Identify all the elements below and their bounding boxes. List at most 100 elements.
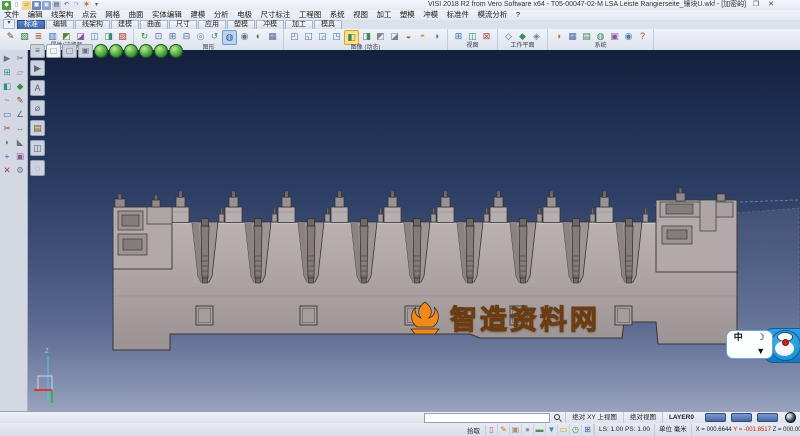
light-icon[interactable]: ◓ (416, 30, 429, 43)
workplane-align-icon[interactable]: ◆ (516, 30, 529, 43)
tab-application[interactable]: 应用 (198, 20, 226, 29)
tab-die[interactable]: 冲模 (256, 20, 284, 29)
erase-icon[interactable]: ▱ (14, 66, 26, 78)
right-view-icon[interactable]: ◳ (330, 30, 343, 43)
menu-item-edit[interactable]: 编辑 (23, 10, 46, 20)
select-window-icon[interactable]: ◫ (88, 30, 101, 43)
dynamic-rotate-icon[interactable]: ◐ (252, 30, 265, 43)
status-button-2[interactable] (731, 413, 752, 422)
mirror-tool-icon[interactable]: ◫ (30, 140, 45, 156)
rotate-view-ball-icon[interactable] (169, 44, 183, 58)
new-view-icon[interactable]: ⊞ (452, 30, 465, 43)
menu-item-die[interactable]: 冲模 (419, 10, 442, 20)
toolbar-grip-icon[interactable]: ≡ (30, 44, 45, 58)
background-icon[interactable]: ◑ (430, 30, 443, 43)
hidden-line-display-icon[interactable]: ▣ (78, 44, 93, 58)
shirt-status-icon[interactable]: ▼ (546, 424, 558, 435)
minimize-button[interactable]: — (737, 0, 744, 10)
ribbon-collapse-button[interactable]: ▾ (3, 19, 15, 29)
grid-status-icon[interactable]: ⊞ (582, 424, 594, 435)
zoom-out-icon[interactable]: ⊟ (180, 30, 193, 43)
sketch-tool-icon[interactable]: ✎ (14, 94, 26, 106)
delete-icon[interactable]: ✕ (1, 164, 13, 176)
save-all-icon[interactable]: ▣ (42, 1, 51, 10)
maximize-button[interactable]: ❐ (753, 0, 759, 10)
clock-status-icon[interactable]: ◷ (570, 424, 582, 435)
tab-surface[interactable]: 曲面 (140, 20, 168, 29)
back-view-ball-icon[interactable] (154, 44, 168, 58)
menu-item-view[interactable]: 视图 (349, 10, 372, 20)
ime-keyboard-icon[interactable]: ▼ (756, 347, 765, 356)
redo-icon[interactable]: ↷ (72, 1, 81, 10)
measure-icon[interactable]: ▭ (1, 108, 13, 120)
pan-icon[interactable]: ◎ (194, 30, 207, 43)
split-view-icon[interactable]: ◫ (466, 30, 479, 43)
menu-item-help[interactable]: ? (512, 10, 525, 20)
diameter-tool-icon[interactable]: ⌀ (30, 100, 45, 116)
save-icon[interactable]: ▣ (32, 1, 41, 10)
model-left-block[interactable] (113, 194, 172, 269)
workplane-indicator[interactable]: 绝对 XY 上视图 (565, 412, 623, 423)
menu-item-electrode[interactable]: 电极 (233, 10, 256, 20)
system-settings-icon[interactable]: ◑ (552, 30, 565, 43)
options-icon[interactable]: ⚙ (14, 164, 26, 176)
top-view-icon[interactable]: ◱ (302, 30, 315, 43)
menu-item-moldflow[interactable]: 模流分析 (473, 10, 511, 20)
mask-filter-icon[interactable]: ◪ (74, 30, 87, 43)
layer-indicator[interactable]: LAYER0 (662, 412, 700, 423)
command-input[interactable] (424, 413, 550, 423)
front-view-ball-icon[interactable] (124, 44, 138, 58)
workplane-reset-icon[interactable]: ◈ (530, 30, 543, 43)
extend-icon[interactable]: ↔ (14, 122, 26, 134)
tab-mold[interactable]: 塑模 (227, 20, 255, 29)
system-help-icon[interactable]: ? (636, 30, 649, 43)
shade-on-icon[interactable]: ◧ (344, 30, 359, 45)
color-swatch-icon[interactable]: ▧ (18, 30, 31, 43)
wireframe-display-icon[interactable]: ▢ (62, 44, 77, 58)
new-file-icon[interactable]: ▯ (12, 1, 21, 10)
solid-tool-icon[interactable]: ◆ (14, 80, 26, 92)
units-indicator[interactable]: 单位 毫米 (654, 424, 691, 436)
stamp-status-icon[interactable]: ▣ (510, 424, 522, 435)
active-layer-tool-icon[interactable]: ▤ (30, 120, 45, 136)
zoom-window-icon[interactable]: ⊞ (166, 30, 179, 43)
render-mode-sphere-icon[interactable] (785, 412, 796, 423)
viewport-3d[interactable]: Z 智造资料网 中 ☽ ▼ (28, 50, 800, 411)
macro-icon[interactable]: ▣ (608, 30, 621, 43)
ime-toolbar[interactable]: 中 ☽ ▼ (726, 327, 800, 367)
shaded-mode-icon[interactable]: ◍ (222, 30, 237, 45)
tab-dimension[interactable]: 尺寸 (169, 20, 197, 29)
chamfer-icon[interactable]: ◣ (14, 136, 26, 148)
iso-view-ball-icon[interactable] (94, 44, 108, 58)
print-icon[interactable]: ▤ (52, 1, 61, 10)
undo-icon[interactable]: ↶ (62, 1, 71, 10)
model-3d-canvas[interactable]: Z (28, 50, 800, 411)
quick-access-dropdown-icon[interactable]: ▾ (92, 1, 101, 10)
curve-tool-icon[interactable]: ~ (1, 94, 13, 106)
menu-item-dimension[interactable]: 尺寸标注 (256, 10, 294, 20)
visi-logo-icon[interactable]: ◆ (2, 1, 11, 10)
calculator-icon[interactable]: ▦ (566, 30, 579, 43)
rotate-icon[interactable]: ↺ (208, 30, 221, 43)
trim-icon[interactable]: ✂ (1, 122, 13, 134)
model-right-block[interactable] (656, 188, 737, 272)
section-view-icon[interactable]: ◒ (402, 30, 415, 43)
line-type-icon[interactable]: ≣ (32, 30, 45, 43)
shade-edges-icon[interactable]: ◨ (360, 30, 373, 43)
shaded-display-icon[interactable]: ▢ (46, 44, 61, 58)
tab-machining[interactable]: 加工 (285, 20, 313, 29)
cart-status-icon[interactable]: ▬ (534, 424, 546, 435)
view-indicator[interactable]: 绝对视图 (623, 412, 662, 423)
database-icon[interactable]: ▤ (580, 30, 593, 43)
tab-modeling[interactable]: 建模 (111, 20, 139, 29)
tab-standard[interactable]: 标准 (17, 20, 45, 29)
level-status-icon[interactable]: ▭ (558, 424, 570, 435)
close-button[interactable]: ✕ (768, 0, 774, 10)
tab-edit[interactable]: 编辑 (46, 20, 74, 29)
stamp-icon[interactable]: ✱ (82, 1, 91, 10)
pointer-tool-icon[interactable]: ▶ (30, 60, 45, 76)
properties-icon[interactable]: ✎ (4, 30, 17, 43)
menu-item-wireframe[interactable]: 线架构 (47, 10, 78, 20)
ime-language-indicator[interactable]: 中 (734, 333, 743, 342)
side-view-ball-icon[interactable] (139, 44, 153, 58)
